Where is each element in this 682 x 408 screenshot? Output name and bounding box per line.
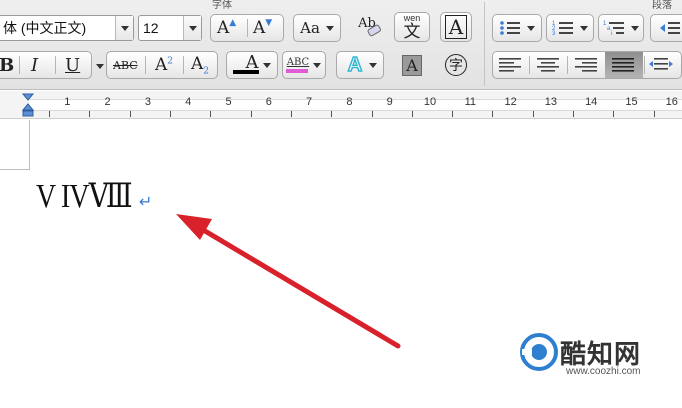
watermark-url: www.coozhi.com <box>566 366 641 377</box>
coozhi-logo-icon <box>520 333 558 371</box>
